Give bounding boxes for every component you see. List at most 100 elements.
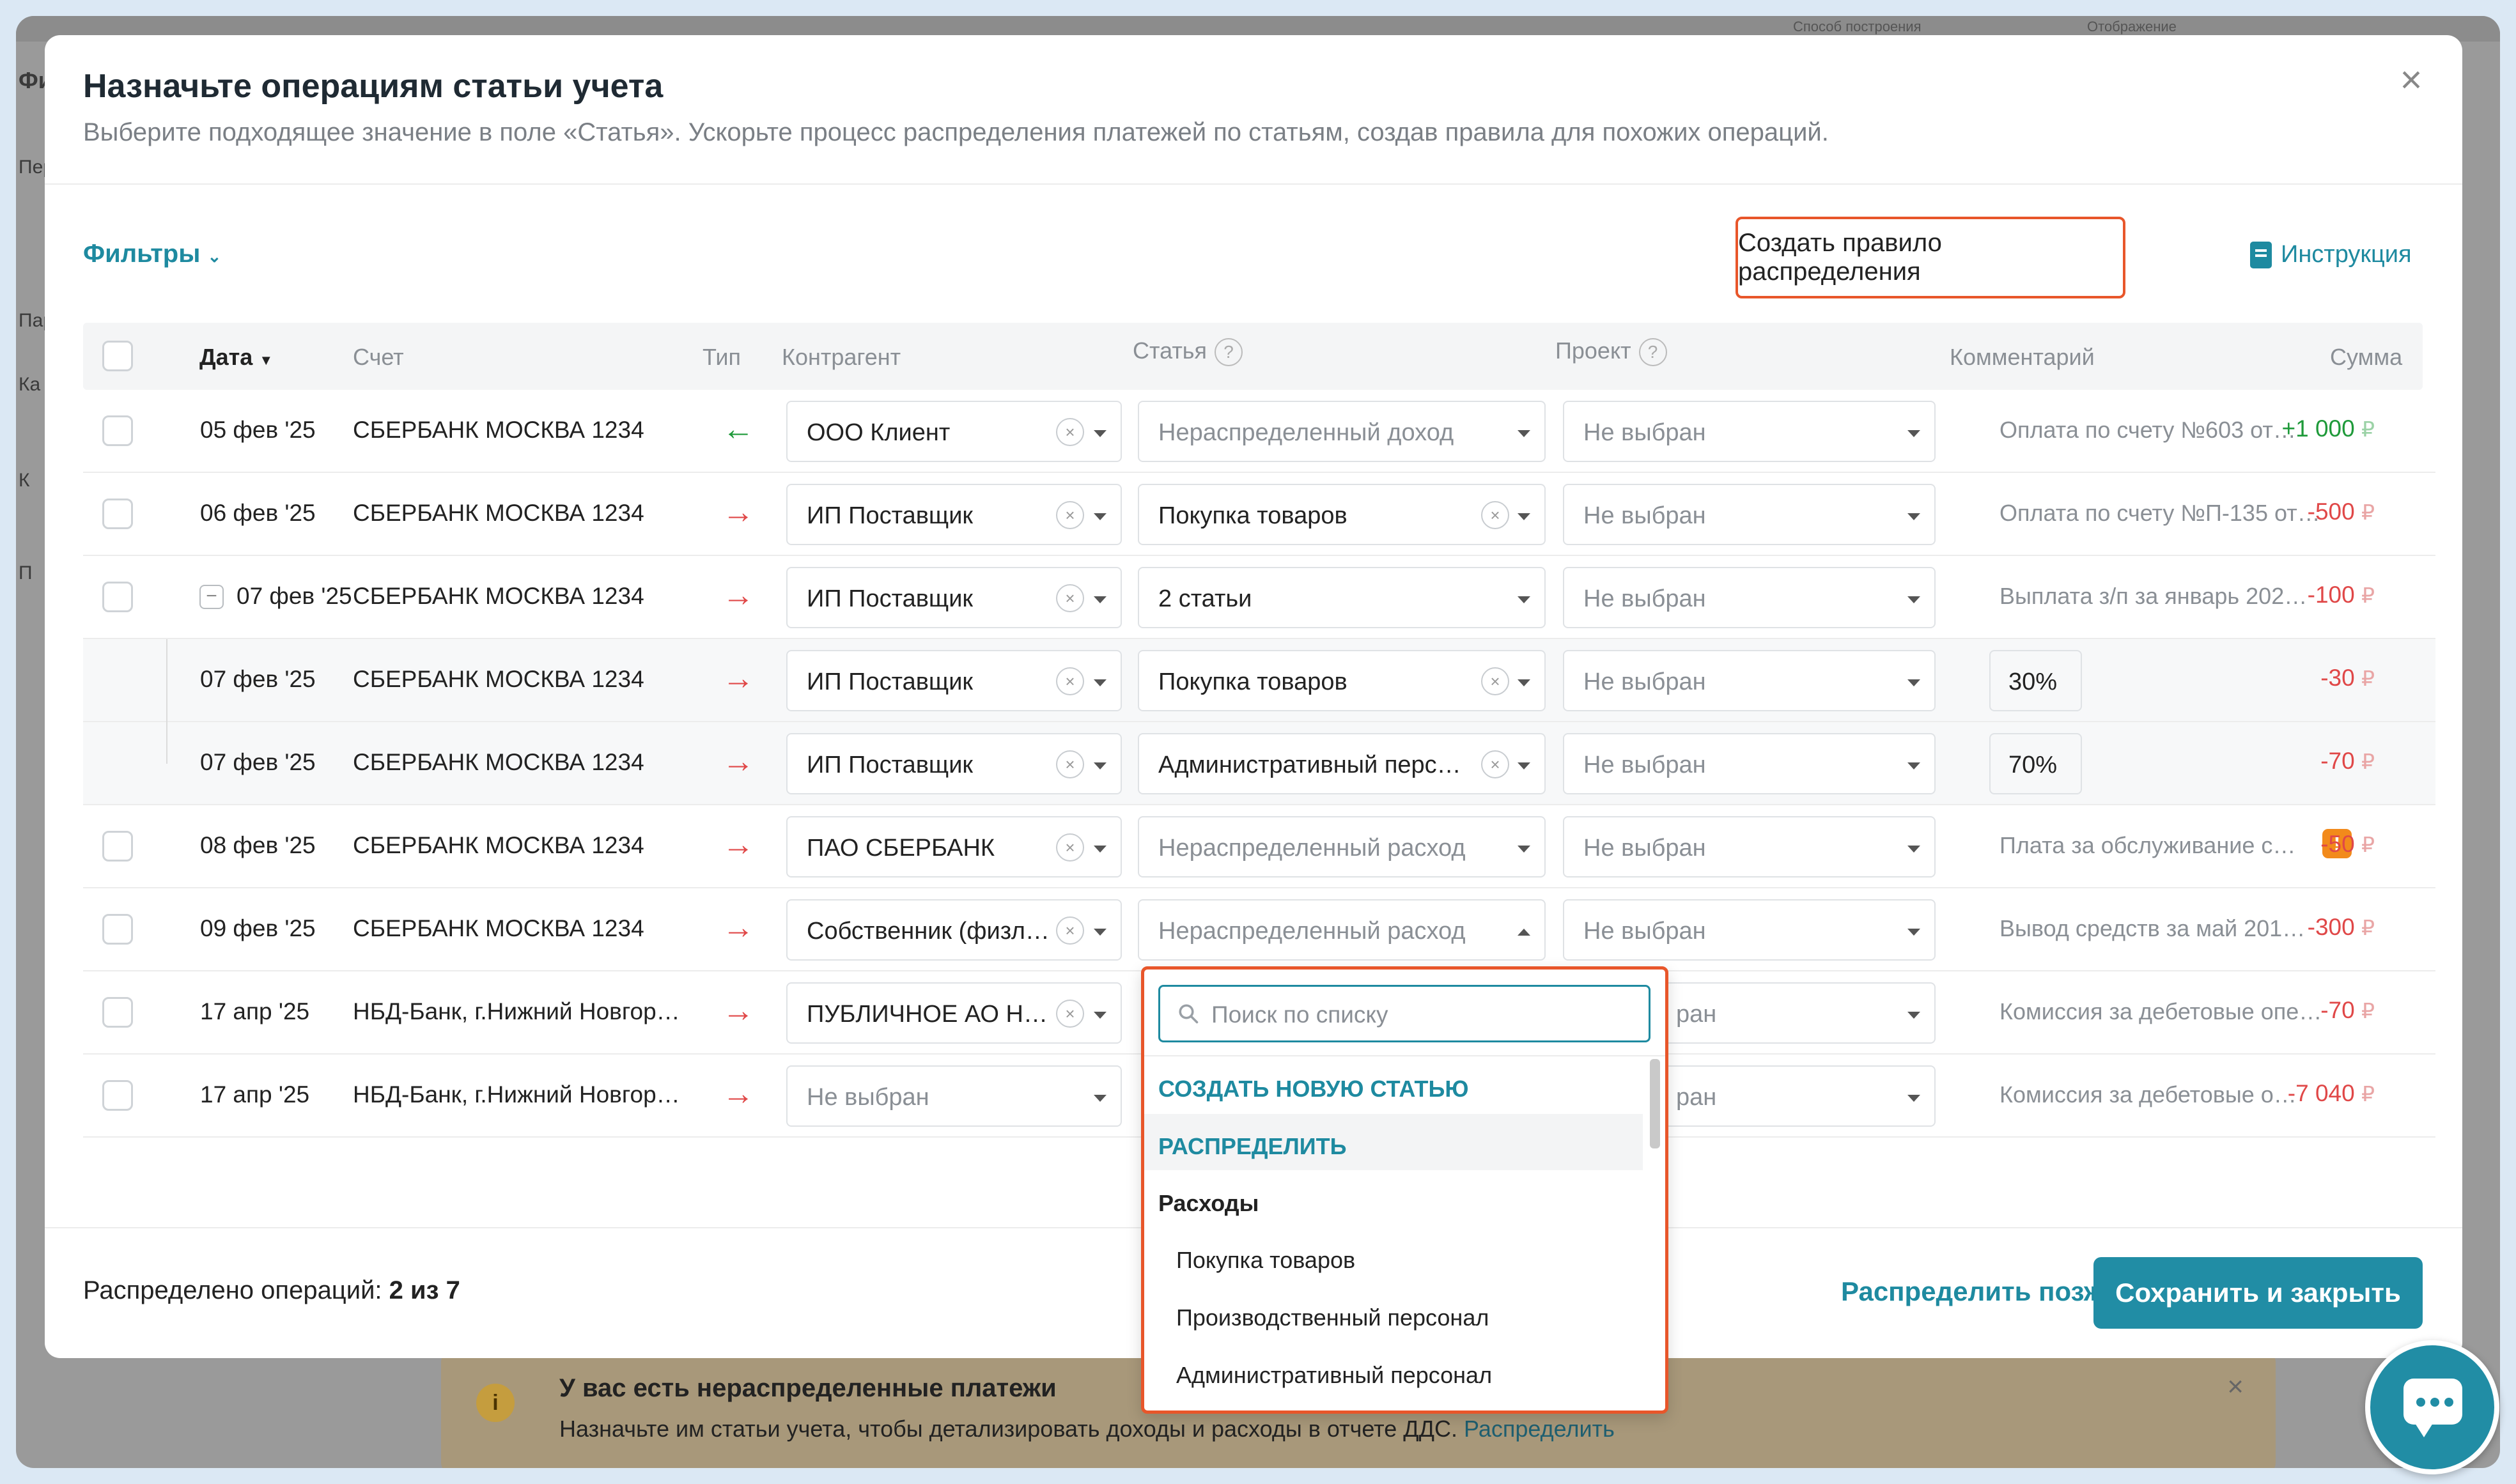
clear-icon[interactable]: × (1056, 418, 1084, 446)
bg-label-display: Отображение (2087, 19, 2177, 35)
counterparty-select[interactable]: ПАО СБЕРБАНК × (786, 816, 1122, 877)
row-account: СБЕРБАНК МОСКВА 1234 (353, 832, 644, 858)
counterparty-select[interactable]: ПУБЛИЧНОЕ АО Н… × (786, 982, 1122, 1044)
row-sum: -7 040 ₽ (2287, 1080, 2375, 1106)
collapse-row-icon[interactable]: − (199, 585, 224, 609)
outgoing-arrow-icon: → (722, 1076, 754, 1111)
instruction-link[interactable]: Инструкция (2250, 241, 2412, 268)
banner-distribute-link[interactable]: Распределить (1464, 1416, 1615, 1442)
select-all-checkbox[interactable] (102, 341, 133, 371)
project-select[interactable]: Не выбран (1563, 733, 1936, 794)
row-account: СБЕРБАНК МОСКВА 1234 (353, 583, 644, 609)
row-checkbox[interactable] (102, 1080, 133, 1111)
table-row[interactable]: − 07 фев '25 СБЕРБАНК МОСКВА 1234 → ИП П… (83, 556, 2435, 639)
counterparty-select[interactable]: ИП Поставщик × (786, 484, 1122, 545)
outgoing-arrow-icon: → (722, 743, 754, 779)
counterparty-select[interactable]: ИП Поставщик × (786, 567, 1122, 628)
article-dropdown: СОЗДАТЬ НОВУЮ СТАТЬЮ РАСПРЕДЕЛИТЬ Расход… (1141, 966, 1668, 1414)
chevron-down-icon (1094, 596, 1107, 603)
table-row[interactable]: 09 фев '25 СБЕРБАНК МОСКВА 1234 → Собств… (83, 888, 2435, 971)
col-date-header[interactable]: Дата ▼ (199, 344, 273, 371)
chevron-down-icon (1907, 1012, 1920, 1019)
counterparty-select[interactable]: ООО Клиент × (786, 401, 1122, 462)
help-icon[interactable]: ? (1638, 338, 1667, 367)
article-select[interactable]: 2 статьи (1138, 567, 1546, 628)
percent-input[interactable]: 70% (1989, 733, 2082, 794)
create-rule-button[interactable]: Создать правило распределения (1736, 217, 2125, 298)
clear-icon[interactable]: × (1056, 584, 1084, 612)
clear-icon[interactable]: × (1056, 916, 1084, 945)
row-account: СБЕРБАНК МОСКВА 1234 (353, 500, 644, 526)
counterparty-select[interactable]: ИП Поставщик × (786, 650, 1122, 711)
distribute-option[interactable]: РАСПРЕДЕЛИТЬ (1144, 1114, 1643, 1170)
row-checkbox[interactable] (102, 831, 133, 862)
bg-label-build-method: Способ построения (1793, 19, 1922, 35)
article-select[interactable]: Нераспределенный доход (1138, 401, 1546, 462)
option-production-staff[interactable]: Производственный персонал (1144, 1285, 1643, 1341)
row-date: 17 апр '25 (200, 998, 310, 1024)
row-date: 09 фев '25 (200, 915, 316, 941)
col-project-header: Проект? (1555, 337, 1667, 367)
project-select[interactable]: Не выбран (1563, 816, 1936, 877)
banner-text: Назначьте им статьи учета, чтобы детализ… (559, 1416, 1615, 1442)
row-date: 07 фев '25 (200, 666, 316, 692)
article-select[interactable]: Нераспределенный расход (1138, 899, 1546, 961)
row-comment: Комиссия за дебетовые о… (2000, 1081, 2297, 1108)
chevron-down-icon (1094, 1012, 1107, 1019)
chat-button[interactable] (2365, 1340, 2499, 1474)
close-icon[interactable]: × (2392, 61, 2430, 99)
help-icon[interactable]: ? (1215, 338, 1243, 367)
col-comment-header: Комментарий (1950, 344, 2095, 370)
filters-toggle[interactable]: Фильтры ⌄ (83, 240, 221, 268)
create-new-article-option[interactable]: СОЗДАТЬ НОВУЮ СТАТЬЮ (1144, 1056, 1643, 1113)
dropdown-scrollbar[interactable] (1650, 1059, 1660, 1148)
option-admin-staff[interactable]: Административный персонал (1144, 1343, 1643, 1399)
row-account: СБЕРБАНК МОСКВА 1234 (353, 915, 644, 941)
table-row[interactable]: 08 фев '25 СБЕРБАНК МОСКВА 1234 → ПАО СБ… (83, 805, 2435, 888)
clear-icon[interactable]: × (1481, 750, 1509, 778)
table-subrow[interactable]: 07 фев '25 СБЕРБАНК МОСКВА 1234 → ИП Пос… (83, 722, 2435, 805)
row-checkbox[interactable] (102, 499, 133, 529)
counterparty-select[interactable]: Не выбран (786, 1065, 1122, 1127)
row-comment: Вывод средств за май 201… (2000, 915, 2306, 941)
article-select[interactable]: Нераспределенный расход (1138, 816, 1546, 877)
row-checkbox[interactable] (102, 415, 133, 446)
save-and-close-button[interactable]: Сохранить и закрыть (2093, 1257, 2423, 1329)
row-account: СБЕРБАНК МОСКВА 1234 (353, 666, 644, 692)
chevron-down-icon (1518, 846, 1530, 853)
clear-icon[interactable]: × (1056, 667, 1084, 695)
outgoing-arrow-icon: → (722, 494, 754, 530)
clear-icon[interactable]: × (1481, 501, 1509, 529)
table-row[interactable]: 05 фев '25 СБЕРБАНК МОСКВА 1234 ← ООО Кл… (83, 390, 2435, 473)
article-select[interactable]: Покупка товаров × (1138, 484, 1546, 545)
option-purchase-goods[interactable]: Покупка товаров (1144, 1228, 1643, 1284)
table-subrow[interactable]: 07 фев '25 СБЕРБАНК МОСКВА 1234 → ИП Пос… (83, 639, 2435, 722)
clear-icon[interactable]: × (1056, 833, 1084, 862)
row-checkbox[interactable] (102, 582, 133, 612)
background-left-panel: Фи Пер Пар Ка К П (16, 42, 54, 1468)
clear-icon[interactable]: × (1481, 667, 1509, 695)
chevron-down-icon (1518, 596, 1530, 603)
article-select[interactable]: Административный перс… × (1138, 733, 1546, 794)
row-checkbox[interactable] (102, 997, 133, 1028)
row-sum: -70 ₽ (2320, 997, 2375, 1023)
article-select[interactable]: Покупка товаров × (1138, 650, 1546, 711)
counterparty-select[interactable]: ИП Поставщик × (786, 733, 1122, 794)
project-select[interactable]: Не выбран (1563, 401, 1936, 462)
percent-input[interactable]: 30% (1989, 650, 2082, 711)
dropdown-search-field[interactable] (1158, 985, 1650, 1042)
clear-icon[interactable]: × (1056, 750, 1084, 778)
project-select[interactable]: Не выбран (1563, 899, 1936, 961)
project-select[interactable]: Не выбран (1563, 650, 1936, 711)
project-select[interactable]: Не выбран (1563, 484, 1936, 545)
table-row[interactable]: 06 фев '25 СБЕРБАНК МОСКВА 1234 → ИП Пос… (83, 473, 2435, 556)
counterparty-select[interactable]: Собственник (физл… × (786, 899, 1122, 961)
row-checkbox[interactable] (102, 914, 133, 945)
clear-icon[interactable]: × (1056, 1000, 1084, 1028)
banner-close-icon[interactable]: × (2227, 1371, 2244, 1403)
search-input[interactable] (1211, 997, 1633, 1033)
clear-icon[interactable]: × (1056, 501, 1084, 529)
distribute-later-button[interactable]: Распределить позже (1841, 1276, 2118, 1307)
project-select[interactable]: Не выбран (1563, 567, 1936, 628)
row-account: СБЕРБАНК МОСКВА 1234 (353, 417, 644, 443)
